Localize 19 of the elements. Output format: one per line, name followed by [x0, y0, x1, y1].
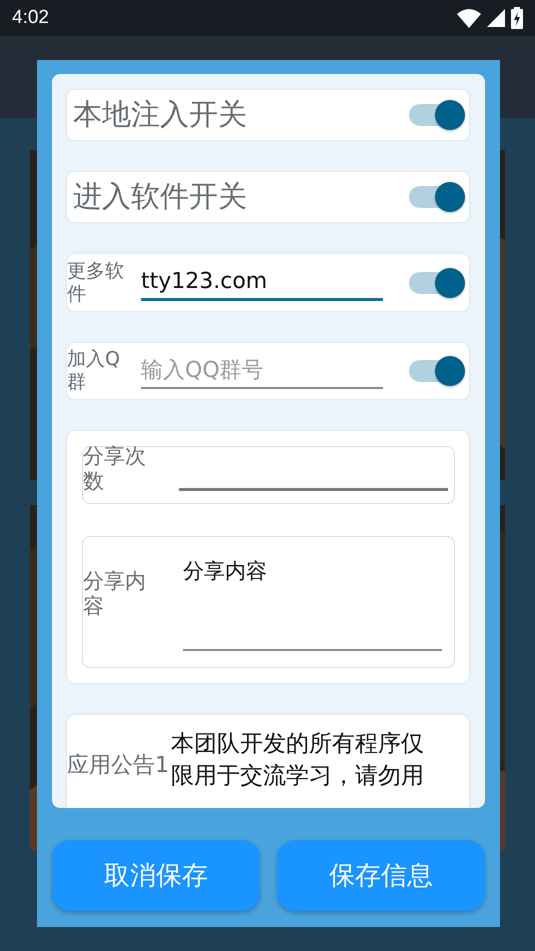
toggle-switch[interactable] [407, 99, 465, 131]
toggle-switch[interactable] [407, 181, 465, 213]
signal-icon [487, 9, 505, 27]
input-field[interactable]: 分享次数 [82, 446, 455, 504]
notice-text: 本团队开发的所有程序仅限用于交流学习，请勿用 [171, 730, 425, 790]
wifi-icon [457, 8, 481, 28]
field-label: 分享次数 [83, 444, 147, 494]
text-area[interactable]: 分享内容 [183, 537, 442, 651]
toggle-switch[interactable] [407, 355, 465, 387]
setting-label: 本地注入开关 [73, 96, 248, 133]
setting-label: 进入软件开关 [73, 178, 248, 215]
setting-label: 加入Q群 [67, 348, 121, 394]
battery-icon [511, 7, 523, 29]
field-label: 分享内容 [83, 568, 147, 620]
notice-label: 应用公告1 [67, 753, 170, 780]
toggle-switch[interactable] [407, 266, 465, 298]
setting-label: 更多软件 [67, 260, 125, 306]
status-time: 4:02 [12, 7, 49, 29]
input-field[interactable]: 分享内容 分享内容 [82, 536, 455, 668]
